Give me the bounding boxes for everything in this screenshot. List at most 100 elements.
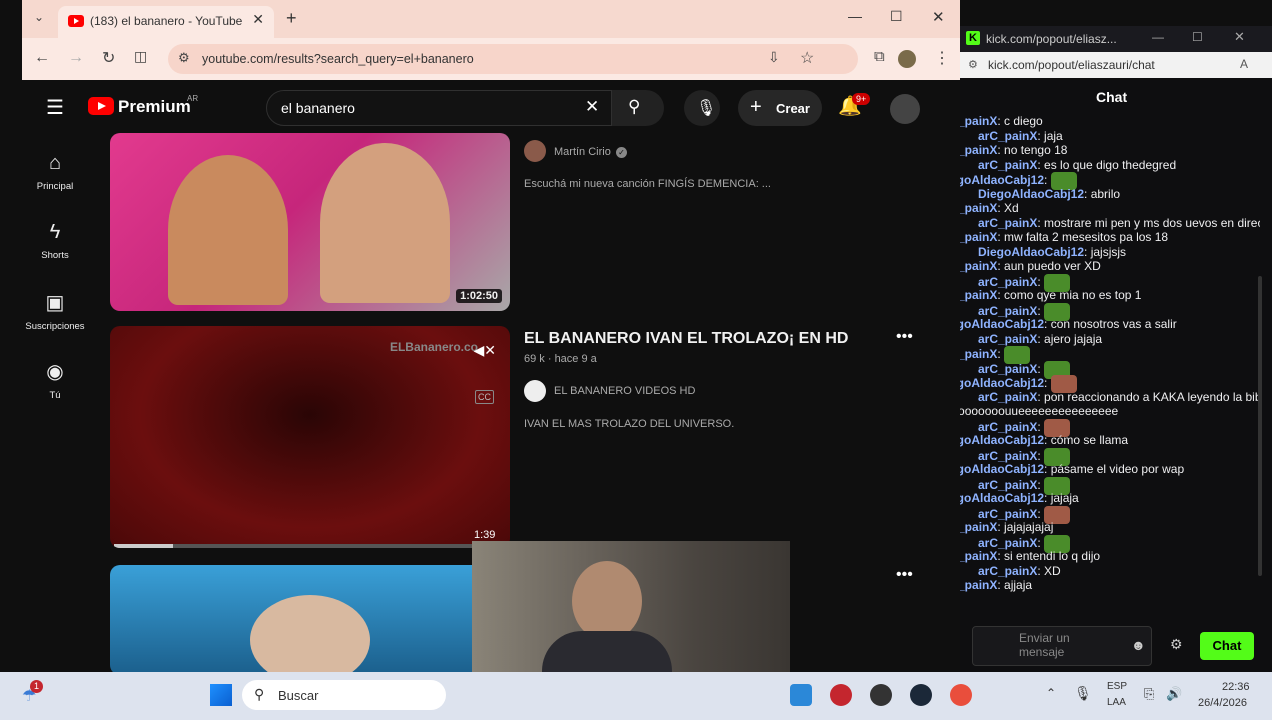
site-info-icon[interactable]: ⚙ — [178, 50, 190, 66]
voice-search-button[interactable]: 🎙 — [684, 90, 720, 126]
chat-username[interactable]: DiegoAldaoCabj12 — [960, 491, 1044, 505]
chat-username[interactable]: arC_painX — [960, 259, 997, 273]
language-bottom[interactable]: LAA — [1107, 697, 1126, 708]
profile-avatar[interactable] — [898, 50, 916, 68]
chat-username[interactable]: arC_painX — [978, 507, 1037, 521]
network-icon[interactable]: ⎘ — [1144, 686, 1154, 702]
taskbar-search[interactable]: ⚲ Buscar — [242, 680, 446, 710]
chat-username[interactable]: arC_painX — [978, 158, 1037, 172]
chrome-taskbar-icon[interactable] — [950, 684, 972, 706]
chat-username[interactable]: arC_painX — [960, 549, 997, 563]
minimize-icon[interactable]: — — [848, 8, 862, 24]
close-tab-icon[interactable]: ✕ — [252, 11, 264, 28]
emoji-icon[interactable]: ☻ — [1131, 637, 1146, 653]
address-bar[interactable]: ⚙ youtube.com/results?search_query=el+ba… — [168, 44, 858, 74]
chat-username[interactable]: arC_painX — [978, 275, 1037, 289]
chat-username[interactable]: arC_painX — [978, 564, 1037, 578]
chat-username[interactable]: DiegoAldaoCabj12 — [960, 376, 1044, 390]
split-view-icon[interactable]: ◫ — [134, 48, 147, 65]
chat-message-list[interactable]: arC_painX: c diegoarC_painX: jajaarC_pai… — [960, 114, 1260, 634]
video-thumbnail[interactable]: 1:02:50 — [110, 133, 510, 311]
tab-search-chevron-icon[interactable]: ⌄ — [34, 10, 44, 24]
chat-username[interactable]: DiegoAldaoCabj12 — [978, 245, 1084, 259]
search-input[interactable]: el bananero — [281, 100, 355, 116]
show-hidden-icons-icon[interactable]: ⌃ — [1046, 686, 1056, 700]
chat-username[interactable]: arC_painX — [960, 520, 997, 534]
chat-username[interactable]: arC_painX — [978, 420, 1037, 434]
chat-username[interactable]: arC_painX — [978, 332, 1037, 346]
clear-search-icon[interactable]: ✕ — [585, 97, 599, 117]
create-button[interactable]: + Crear — [738, 90, 822, 126]
chat-scrollbar[interactable] — [1258, 276, 1262, 576]
chat-username[interactable]: DiegoAldaoCabj12 — [960, 173, 1044, 187]
channel-avatar[interactable] — [524, 140, 546, 162]
chat-username[interactable]: arC_painX — [960, 230, 997, 244]
chat-username[interactable]: arC_painX — [978, 304, 1037, 318]
video-preview-player[interactable]: ELBananero.co ◀✕ CC — [110, 326, 510, 548]
install-app-icon[interactable]: ⇩ — [768, 49, 780, 66]
channel-name[interactable]: Martín Cirio — [554, 146, 611, 158]
captions-icon[interactable]: CC — [475, 390, 494, 404]
bookmark-star-icon[interactable]: ☆ — [800, 48, 814, 68]
forward-icon[interactable]: → — [68, 49, 84, 67]
minimize-icon[interactable]: — — [1152, 30, 1164, 44]
clock-time[interactable]: 22:36 — [1222, 681, 1250, 693]
send-chat-button[interactable]: Chat — [1200, 632, 1254, 660]
new-tab-button[interactable]: + — [286, 8, 297, 29]
chat-username[interactable]: arC_painX — [978, 390, 1037, 404]
youtube-logo-icon[interactable] — [88, 97, 114, 115]
chat-username[interactable]: arC_painX — [978, 216, 1037, 230]
site-info-icon[interactable]: ⚙ — [968, 58, 978, 71]
chat-username[interactable]: arC_painX — [960, 114, 997, 128]
chat-username[interactable]: DiegoAldaoCabj12 — [978, 187, 1084, 201]
back-icon[interactable]: ← — [34, 49, 50, 67]
taskbar-app-icon[interactable] — [870, 684, 892, 706]
chat-username[interactable]: DiegoAldaoCabj12 — [960, 462, 1044, 476]
chat-username[interactable]: DiegoAldaoCabj12 — [960, 433, 1044, 447]
video-thumbnail[interactable] — [110, 565, 490, 672]
more-options-icon[interactable]: ••• — [896, 328, 913, 346]
chat-username[interactable]: arC_painX — [960, 347, 997, 361]
chat-username[interactable]: arC_painX — [978, 129, 1037, 143]
video-title[interactable]: EL BANANERO IVAN EL TROLAZO¡ EN HD — [524, 330, 848, 348]
channel-name[interactable]: EL BANANERO VIDEOS HD — [554, 385, 695, 397]
nav-principal[interactable]: ⌂ Principal — [22, 152, 90, 192]
reload-icon[interactable]: ↻ — [102, 48, 115, 68]
close-window-icon[interactable]: ✕ — [932, 8, 945, 26]
chat-username[interactable]: arC_painX — [960, 201, 997, 215]
maximize-icon[interactable]: ☐ — [890, 8, 903, 25]
search-button[interactable]: ⚲ — [612, 90, 664, 126]
hamburger-menu-icon[interactable]: ☰ — [46, 95, 64, 120]
tab-youtube[interactable]: (183) el bananero - YouTube ✕ — [58, 6, 274, 38]
language-top[interactable]: ESP — [1107, 681, 1127, 692]
steam-icon[interactable] — [910, 684, 932, 706]
chat-username[interactable]: arC_painX — [978, 536, 1037, 550]
more-options-icon[interactable]: ••• — [896, 566, 913, 584]
chat-input[interactable]: Enviar un mensaje ☻ — [972, 626, 1152, 666]
chat-settings-gear-icon[interactable]: ⚙ — [1170, 636, 1183, 653]
progress-bar[interactable] — [114, 544, 504, 548]
channel-avatar[interactable] — [524, 380, 546, 402]
chat-username[interactable]: arC_painX — [978, 449, 1037, 463]
search-box[interactable]: el bananero ✕ — [266, 90, 612, 126]
maximize-icon[interactable]: ☐ — [1192, 30, 1203, 44]
taskbar-app-icon[interactable] — [790, 684, 812, 706]
kick-address-bar[interactable]: ⚙ kick.com/popout/eliaszauri/chat A — [960, 52, 1272, 78]
mic-icon[interactable]: 🎙 — [1074, 685, 1092, 702]
extensions-icon[interactable]: ⧉ — [874, 48, 885, 65]
youtube-logo-text[interactable]: Premium — [118, 97, 191, 117]
nav-suscripciones[interactable]: ▣ Suscripciones — [22, 290, 90, 332]
taskbar-app-icon[interactable] — [830, 684, 852, 706]
chat-username[interactable]: arC_painX — [960, 578, 997, 592]
nav-tu[interactable]: ◉ Tú — [22, 359, 90, 401]
chat-username[interactable]: arC_painX — [978, 362, 1037, 376]
chat-username[interactable]: arC_painX — [978, 478, 1037, 492]
mute-icon[interactable]: ◀✕ — [474, 342, 497, 359]
chrome-menu-icon[interactable]: ⋮ — [934, 48, 950, 68]
read-aloud-icon[interactable]: A — [1240, 57, 1248, 71]
chat-username[interactable]: DiegoAldaoCabj12 — [960, 317, 1044, 331]
chat-username[interactable]: arC_painX — [960, 143, 997, 157]
account-avatar[interactable] — [890, 94, 920, 124]
nav-shorts[interactable]: ϟ Shorts — [22, 221, 90, 261]
close-window-icon[interactable]: ✕ — [1234, 29, 1245, 45]
